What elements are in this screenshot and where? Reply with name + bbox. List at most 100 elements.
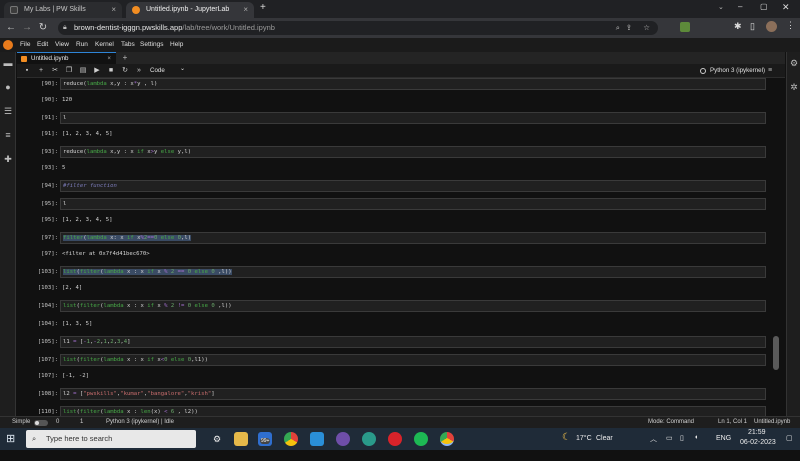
run-icon[interactable]: ▶ (92, 64, 102, 78)
sidepanel-icon[interactable]: ▯ (750, 21, 755, 32)
fast-forward-icon[interactable]: » (134, 64, 144, 78)
property-inspector-icon[interactable]: ⚙ (789, 58, 799, 68)
simple-mode-toggle[interactable] (34, 420, 48, 426)
menu-view[interactable]: View (55, 38, 69, 52)
code-cell-input[interactable]: list(filter(lambda x : x if x<0 else 0,l… (60, 354, 766, 366)
close-icon[interactable]: × (111, 2, 116, 18)
right-sidebar: ⚙ ✲ (786, 52, 800, 416)
notebook-tab[interactable]: Untitled.ipynb × (17, 52, 116, 64)
cell-type-select[interactable]: Code ⌄ (150, 65, 190, 76)
extension-manager-icon[interactable]: ✚ (3, 154, 13, 164)
running-icon[interactable]: ● (3, 82, 13, 92)
minimize-icon[interactable]: – (738, 2, 742, 11)
forward-icon[interactable]: → (20, 18, 34, 38)
code-cell-input[interactable]: #filter function (60, 180, 766, 192)
tab-search-icon[interactable]: ⌄ (718, 3, 724, 11)
cell-output: 120 (62, 97, 73, 103)
weather-temp: 17°C (576, 435, 592, 442)
speaker-icon[interactable]: ◖ (694, 434, 698, 456)
close-icon[interactable]: × (107, 53, 111, 64)
opera-icon[interactable] (388, 432, 402, 446)
output-prompt: [103]: (37, 285, 58, 291)
kernel-status[interactable]: Python 3 (ipykernel) | Idle (106, 417, 174, 428)
cursor-position[interactable]: Ln 1, Col 1 (718, 417, 747, 428)
cell-output: [1, 2, 3, 4, 5] (62, 131, 113, 137)
browser-tab-jupyter[interactable]: Untitled.ipynb - JupyterLab × (126, 2, 254, 18)
clock-date[interactable]: 06-02-2023 (740, 439, 776, 461)
code-cell-input[interactable]: l (60, 112, 766, 124)
bug-icon[interactable]: ≡ (768, 64, 772, 78)
menu-kernel[interactable]: Kernel (95, 38, 114, 52)
code-cell-input[interactable]: list(filter(lambda x : x if x % 2 != 0 e… (60, 300, 766, 312)
github-icon[interactable] (336, 432, 350, 446)
mail-icon[interactable]: 99+ (258, 432, 272, 446)
browser-tab-pwskills[interactable]: My Labs | PW Skills × (4, 2, 122, 18)
avatar[interactable] (766, 21, 777, 32)
reload-icon[interactable]: ↻ (36, 18, 50, 38)
commands-icon[interactable]: ☰ (3, 106, 13, 116)
kernel-indicator[interactable]: Python 3 (ipykernel) (700, 64, 765, 78)
add-cell-icon[interactable]: + (36, 64, 46, 78)
code-cell-input[interactable]: list(filter(lambda x : x if x % 2 == 0 e… (60, 266, 766, 278)
restart-icon[interactable]: ↻ (120, 64, 130, 78)
code-cell-input[interactable]: l (60, 198, 766, 210)
code-cell-input[interactable]: reduce(lambda x,y : x*y , l) (60, 78, 766, 90)
window-close-icon[interactable]: ✕ (782, 2, 790, 13)
kernel-count[interactable]: 1 (80, 417, 83, 428)
code-cell-input[interactable]: list(filter(lambda x : len(x) < 6 , l2)) (60, 406, 766, 416)
menu-file[interactable]: File (20, 38, 30, 52)
browser-menu-icon[interactable]: ⋮ (786, 20, 795, 31)
menu-tabs[interactable]: Tabs (121, 38, 135, 52)
battery-icon[interactable]: ▯ (680, 434, 684, 456)
cell-output: [1, 2, 3, 4, 5] (62, 217, 113, 223)
toc-icon[interactable]: ≡ (3, 130, 13, 140)
copy-icon[interactable]: ❐ (64, 64, 74, 78)
folder-icon[interactable]: ▬ (3, 58, 13, 68)
left-sidebar: ▬ ● ☰ ≡ ✚ (0, 52, 16, 416)
new-launcher-button[interactable]: + (120, 52, 130, 64)
menu-settings[interactable]: Settings (140, 38, 164, 52)
puzzle-icon[interactable]: ✱ (734, 21, 742, 32)
extension-icon[interactable] (680, 22, 690, 32)
save-icon[interactable]: ▪ (22, 64, 32, 78)
url-domain: brown-dentist-igggn.pwskills.app (74, 23, 183, 32)
chevron-down-icon: ⌄ (180, 65, 186, 72)
share-icon[interactable]: ⇪ (626, 21, 632, 35)
notifications-icon[interactable]: ▢ (786, 434, 793, 456)
network-icon[interactable]: ▭ (666, 434, 673, 456)
file-explorer-icon[interactable] (234, 432, 248, 446)
windows-start-icon[interactable]: ⊞ (6, 432, 15, 445)
close-icon[interactable]: × (243, 2, 248, 18)
code-cell-input[interactable]: l2 = ["pwskills","kumar","bangalore","kr… (60, 388, 766, 400)
stop-icon[interactable]: ■ (106, 64, 116, 78)
bookmark-star-icon[interactable]: ☆ (643, 21, 650, 35)
menu-edit[interactable]: Edit (37, 38, 48, 52)
cell-output: <filter at 0x7f4d41bec670> (62, 251, 150, 257)
tray-chevron-icon[interactable]: ︿ (650, 434, 657, 456)
maximize-icon[interactable]: ▢ (760, 2, 768, 11)
menu-run[interactable]: Run (76, 38, 88, 52)
cut-icon[interactable]: ✂ (50, 64, 60, 78)
chrome-icon[interactable] (284, 432, 298, 446)
code-cell-input[interactable]: reduce(lambda x,y : x if x>y else y,l) (60, 146, 766, 158)
language-indicator[interactable]: ENG (716, 435, 731, 457)
edge-icon[interactable] (362, 432, 376, 446)
taskbar-search-input[interactable]: ⌕ Type here to search (26, 430, 196, 448)
back-icon[interactable]: ← (4, 18, 18, 38)
menu-help[interactable]: Help (170, 38, 183, 52)
spotify-icon[interactable] (414, 432, 428, 446)
task-view-icon[interactable]: ⚙ (210, 432, 224, 446)
notebook-scrollbar[interactable] (773, 336, 779, 370)
code-cell-input[interactable]: l1 = [-1,-2,1,2,3,4] (60, 336, 766, 348)
vscode-icon[interactable] (310, 432, 324, 446)
chrome-active-icon[interactable] (440, 432, 454, 446)
debugger-icon[interactable]: ✲ (789, 82, 799, 92)
new-tab-button[interactable]: + (260, 2, 266, 13)
terminal-count[interactable]: 0 (56, 417, 59, 428)
code-cell-input[interactable]: filter(lambda x: x if x%2==0 else 0,l) (60, 232, 766, 244)
notebook-icon (21, 56, 27, 62)
browser-tab-title: My Labs | PW Skills (24, 6, 86, 13)
zoom-icon[interactable]: ⌕ (616, 21, 620, 35)
paste-icon[interactable]: ▤ (78, 64, 88, 78)
address-bar[interactable]: 🔒︎ brown-dentist-igggn.pwskills.app/lab/… (58, 21, 658, 35)
